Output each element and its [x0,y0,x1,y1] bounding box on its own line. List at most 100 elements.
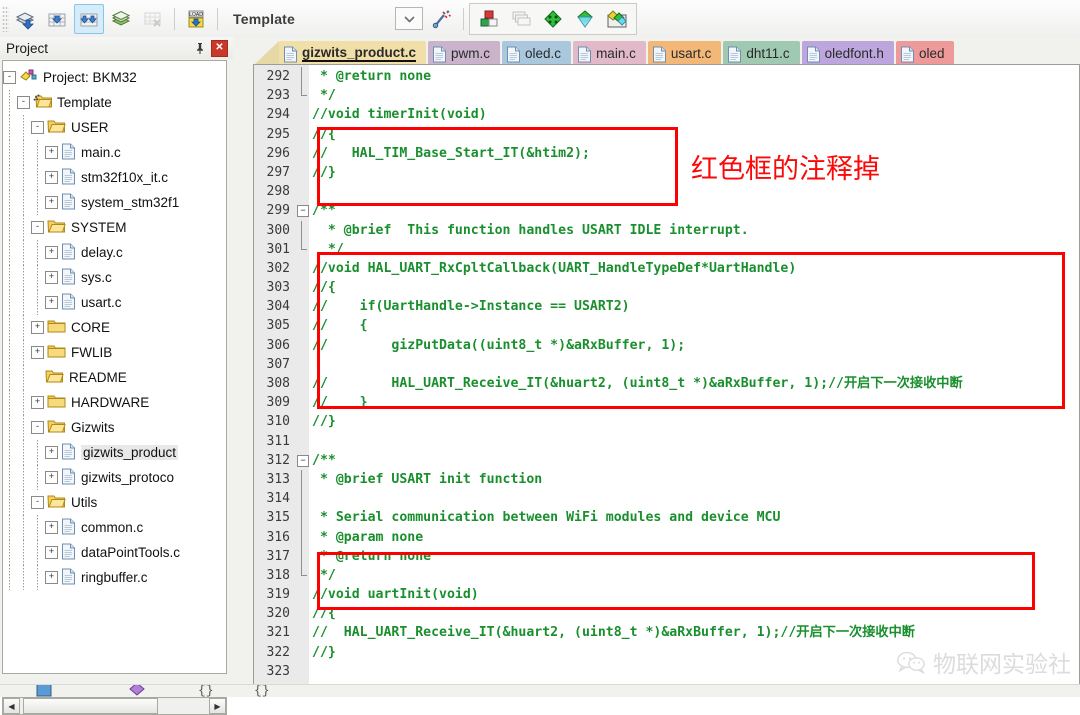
code-line[interactable]: 301 */ [254,239,1079,259]
code-line[interactable]: 310 //} [254,412,1079,431]
tree-item-datapointtools-c[interactable]: + dataPointTools.c [3,540,226,565]
tree-item-usart-c[interactable]: + usart.c [3,290,226,315]
tab-pwm-c[interactable]: pwm.c [428,41,501,66]
code-line[interactable]: 292 * @return none [254,67,1079,87]
open-pack-icon[interactable] [602,4,632,34]
scrollbar-thumb[interactable] [23,698,158,714]
tree-expander[interactable] [31,372,42,383]
code-line[interactable]: 314 [254,489,1079,509]
translate-icon[interactable] [10,4,40,34]
project-tree[interactable]: - Project: BKM32- Template - USER + main.c + stm… [2,60,227,674]
panel-splitter[interactable] [233,37,253,696]
close-icon[interactable]: ✕ [211,39,228,57]
code-line[interactable]: 311 [254,432,1079,451]
bottom-icon-4[interactable] [160,685,172,697]
tree-item-system[interactable]: - SYSTEM [3,215,226,240]
code-line[interactable]: 320 //{ [254,604,1079,623]
tree-expander[interactable]: - [3,71,16,84]
tree-expander[interactable]: + [31,346,44,359]
pack-installer-icon[interactable] [538,4,568,34]
code-line[interactable]: 317 * @return none [254,546,1079,566]
tree-item-core[interactable]: + CORE [3,315,226,340]
tree-item-stm32f10x-it-c[interactable]: + stm32f10x_it.c [3,165,226,190]
download-icon[interactable]: LOAD [181,4,211,34]
tree-expander[interactable]: - [17,96,30,109]
code-line[interactable]: 300 * @brief This function handles USART… [254,220,1079,240]
code-editor[interactable]: 292 * @return none 293 */294//void timerI… [253,64,1080,696]
bottom-icon-2[interactable] [63,685,75,697]
tree-item-system-stm32f1[interactable]: + system_stm32f1 [3,190,226,215]
manage-components-icon[interactable] [474,4,504,34]
tree-expander[interactable]: + [45,171,58,184]
tree-expander[interactable]: - [31,421,44,434]
code-line[interactable]: 316 * @param none [254,527,1079,547]
tab-oled[interactable]: oled [895,41,955,66]
tree-expander[interactable]: + [45,146,58,159]
bottom-icon-3[interactable] [128,685,146,697]
tree-item-readme[interactable]: README [3,365,226,390]
scroll-left-arrow-icon[interactable]: ◀ [3,698,20,714]
toolbar-grip[interactable] [2,5,9,32]
stop-build-icon[interactable] [138,4,168,34]
code-line[interactable]: 296 // HAL_TIM_Base_Start_IT(&htim2); [254,144,1079,163]
code-line[interactable]: 309 // } [254,393,1079,412]
tree-expander[interactable]: + [31,321,44,334]
code-line[interactable]: 306 // gizPutData((uint8_t *)&aRxBuffer, … [254,336,1079,355]
tree-expander[interactable]: + [45,271,58,284]
tree-item-common-c[interactable]: + common.c [3,515,226,540]
code-line[interactable]: 315 * Serial communication between WiFi … [254,508,1079,528]
tree-item-user[interactable]: - USER [3,115,226,140]
code-line[interactable]: 321 // HAL_UART_Receive_IT(&huart2, (uint… [254,623,1079,642]
code-line[interactable]: 312−/** [254,451,1079,470]
code-line[interactable]: 299−/** [254,201,1079,220]
tree-item-delay-c[interactable]: + delay.c [3,240,226,265]
tab-usart-c[interactable]: usart.c [647,41,722,66]
code-line[interactable]: 318 */ [254,565,1079,585]
tree-item-sys-c[interactable]: + sys.c [3,265,226,290]
project-horizontal-scrollbar[interactable]: ◀ ▶ [2,697,227,715]
tree-expander[interactable]: - [31,496,44,509]
tree-expander[interactable]: - [31,121,44,134]
code-line[interactable]: 308 // HAL_UART_Receive_IT(&huart2, (uint… [254,374,1079,393]
tab-oled-c[interactable]: oled.c [502,41,572,66]
target-options-icon[interactable] [427,4,457,34]
tree-expander[interactable]: - [31,221,44,234]
tree-item-gizwits-product[interactable]: + gizwits_product [3,440,226,465]
fold-toggle-icon[interactable]: − [297,205,309,218]
tree-item-hardware[interactable]: + HARDWARE [3,390,226,415]
tree-item-gizwits-protoco[interactable]: + gizwits_protoco [3,465,226,490]
code-line[interactable]: 304 // if(UartHandle->Instance == USART2) [254,297,1079,316]
code-line[interactable]: 302 //void HAL_UART_RxCpltCallback(UART_H… [254,259,1079,278]
batch-build-icon[interactable] [106,4,136,34]
code-line[interactable]: 294 //void timerInit(void) [254,105,1079,124]
multi-project-icon[interactable] [506,4,536,34]
tree-expander[interactable]: + [45,571,58,584]
build-icon[interactable] [42,4,72,34]
tab-gizwits-product-c[interactable]: gizwits_product.c [279,41,427,66]
tree-expander[interactable]: + [45,471,58,484]
bottom-icon-6[interactable]: {} [252,685,276,697]
tree-expander[interactable]: + [45,521,58,534]
rebuild-icon[interactable] [74,3,104,34]
code-line[interactable]: 295 //{ [254,125,1079,144]
tree-item-gizwits[interactable]: - Gizwits [3,415,226,440]
code-line[interactable]: 313 * @brief USART init function [254,469,1079,490]
tab-dht11-c[interactable]: dht11.c [723,41,800,66]
tree-item-template[interactable]: - Template [3,90,226,115]
tree-expander[interactable]: + [45,296,58,309]
tree-item-ringbuffer-c[interactable]: + ringbuffer.c [3,565,226,590]
tab-oledfont-h[interactable]: oledfont.h [801,41,894,66]
code-line[interactable]: 297 //} [254,163,1079,182]
code-line[interactable]: 319 //void uartInit(void) [254,585,1079,604]
bottom-icon-5[interactable]: {} [196,685,220,697]
pin-icon[interactable] [192,40,208,56]
code-line[interactable]: 307 [254,355,1079,374]
code-line[interactable]: 293 */ [254,86,1079,105]
tree-item-utils[interactable]: - Utils [3,490,226,515]
bottom-icon-1[interactable] [36,685,52,697]
tab-main-c[interactable]: main.c [573,41,646,66]
target-combo-icon[interactable] [395,7,424,30]
tree-item-fwlib[interactable]: + FWLIB [3,340,226,365]
tree-expander[interactable]: + [45,246,58,259]
code-line[interactable]: 305 // { [254,316,1079,335]
